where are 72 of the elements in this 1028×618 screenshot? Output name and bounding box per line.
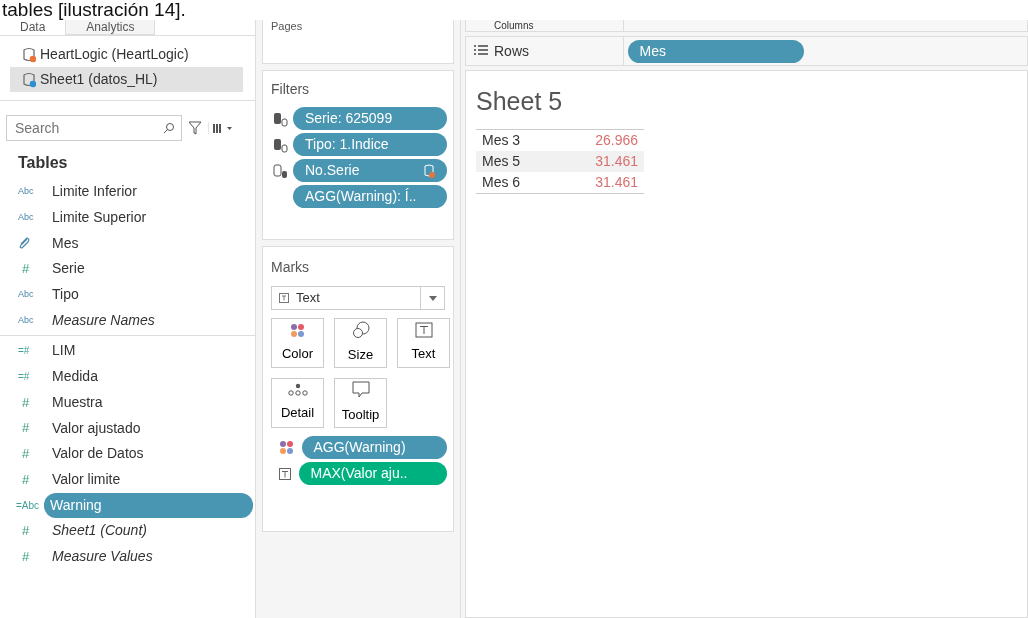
table-cell-text: Mes 3 — [482, 130, 521, 150]
card-title: Marks — [270, 258, 311, 277]
field-type-icon: Abc — [18, 287, 46, 302]
field-item[interactable]: # Valor limite — [0, 466, 255, 493]
field-item[interactable]: # Sheet1 (Count) — [0, 517, 255, 544]
field-item[interactable]: # Measure Values — [0, 543, 255, 570]
database-icon — [273, 110, 289, 127]
field-type-icon: Abc — [18, 185, 46, 199]
database-icon — [22, 71, 36, 88]
shelf-label: Rows — [494, 41, 529, 61]
table-cell-text: Mes 5 — [482, 151, 521, 171]
table-cell-text: 31.461 — [595, 151, 638, 171]
field-type-icon: # — [18, 418, 46, 438]
caption-text: tables [ilustración 14]. — [1, 0, 187, 20]
field-item[interactable]: # Serie — [0, 256, 255, 282]
search-box[interactable]: Search — [6, 115, 182, 141]
field-item[interactable]: # Valor de Datos — [0, 440, 255, 467]
field-item[interactable]: =# LIM — [0, 338, 255, 364]
columns-icon — [208, 122, 234, 134]
mark-card-button[interactable]: Text — [397, 318, 450, 368]
field-item[interactable]: Abc Tipo — [0, 281, 255, 308]
field-type-icon: # — [18, 521, 46, 541]
color-icon — [279, 440, 294, 455]
card-title: Filters — [270, 80, 311, 99]
table-cell-text: Mes 6 — [482, 172, 521, 192]
field-type-icon: # — [18, 443, 46, 464]
speech-bubble-icon — [351, 381, 370, 400]
field-type-icon: # — [18, 392, 46, 413]
mark-card-button[interactable]: Detail — [271, 378, 324, 428]
database-icon — [423, 163, 435, 178]
field-type-icon: Abc — [18, 313, 46, 328]
field-type-icon: =# — [18, 369, 46, 385]
data-source-item[interactable]: Sheet1 (datos_HL) — [10, 67, 243, 92]
field-item[interactable]: # Muestra — [0, 389, 255, 416]
shelf-label: Columns — [493, 20, 534, 31]
database-icon — [273, 136, 289, 153]
pane-tab[interactable]: Analytics — [66, 20, 156, 35]
text-icon — [414, 322, 433, 339]
detail-icon — [287, 383, 308, 398]
mark-card-button[interactable]: Color — [271, 318, 324, 368]
color-icon — [290, 322, 305, 338]
field-type-icon: # — [18, 546, 46, 567]
mark-card-button[interactable]: Tooltip — [334, 378, 387, 428]
search-icon — [163, 122, 175, 134]
field-type-icon: # — [18, 259, 46, 279]
caret-icon — [428, 295, 437, 301]
field-item[interactable]: Mes — [0, 230, 255, 257]
list-icon — [474, 45, 488, 57]
field-item[interactable]: Abc Limite Inferior — [0, 179, 255, 205]
field-type-icon: # — [18, 469, 46, 490]
size-icon — [351, 321, 370, 340]
field-type-icon: =# — [18, 343, 46, 359]
database-icon — [273, 162, 289, 179]
text-icon — [279, 293, 289, 303]
mark-type-dropdown[interactable]: Text — [271, 286, 445, 310]
sheet-title: Sheet 5 — [476, 86, 564, 117]
filter-icon — [188, 121, 202, 135]
pages-card: Pages — [262, 20, 454, 64]
table-cell-text: 31.461 — [595, 172, 638, 192]
field-item[interactable]: Abc Measure Names — [0, 307, 255, 334]
field-item[interactable]: Abc Limite Superior — [0, 204, 255, 231]
mark-card-button[interactable]: Size — [334, 318, 387, 368]
text-icon — [279, 467, 291, 480]
data-source-item[interactable]: HeartLogic (HeartLogic) — [10, 42, 243, 67]
section-heading: Tables — [18, 153, 69, 173]
field-item[interactable]: # Valor ajustado — [0, 415, 255, 441]
field-type-icon: =Abc — [16, 497, 44, 513]
field-type-icon: Abc — [18, 210, 46, 225]
field-item[interactable]: =# Medida — [0, 363, 255, 390]
database-icon — [22, 46, 36, 63]
paperclip-icon — [18, 236, 30, 251]
table-cell-text: 26.966 — [595, 130, 638, 150]
